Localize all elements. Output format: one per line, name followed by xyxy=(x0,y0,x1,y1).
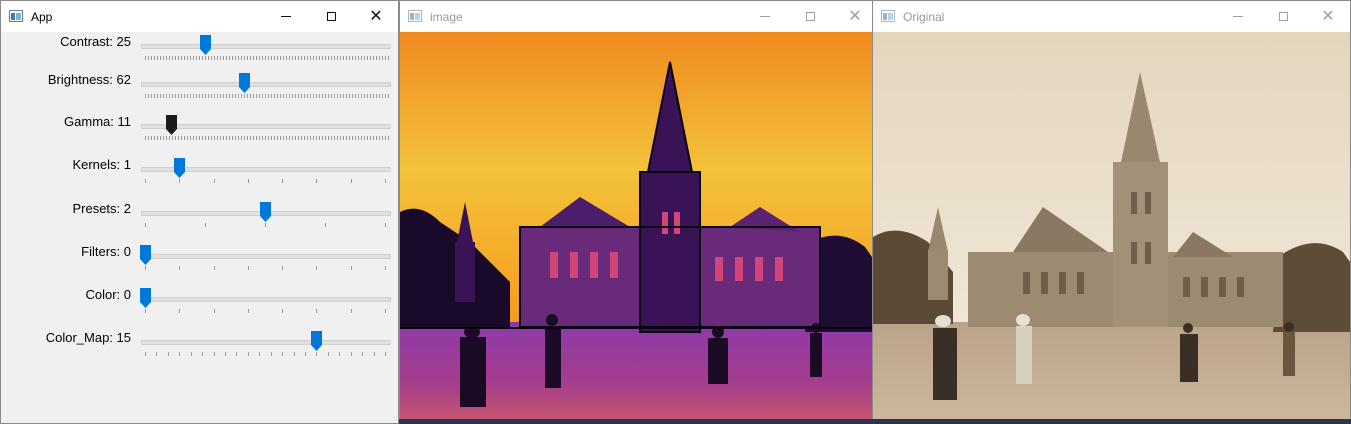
trackbar-label-gamma: Gamma: 11 xyxy=(64,114,131,129)
trackbar-track-color_map[interactable] xyxy=(141,340,391,345)
app-window-title: App xyxy=(31,10,53,24)
image-maximize-button[interactable] xyxy=(787,1,833,32)
original-close-button[interactable]: ✕ xyxy=(1305,1,1351,32)
app-titlebar[interactable]: App ✕ xyxy=(1,1,398,32)
original-image xyxy=(873,32,1350,423)
image-window: image ✕ xyxy=(399,0,873,424)
original-minimize-button[interactable] xyxy=(1215,1,1261,32)
trackbar-gamma[interactable]: Gamma: 11 xyxy=(1,112,399,152)
trackbar-color[interactable]: Color: 0 xyxy=(1,285,399,325)
trackbar-ticks-gamma xyxy=(145,136,389,140)
image-titlebar[interactable]: image ✕ xyxy=(400,1,872,32)
trackbar-label-contrast: Contrast: 25 xyxy=(60,34,131,49)
trackbar-thumb-filters[interactable] xyxy=(140,245,151,265)
maximize-icon xyxy=(1278,12,1288,21)
app-window: App ✕ Contrast: 25 Brightness: 62 Gamma: 1… xyxy=(0,0,399,424)
trackbar-track-contrast[interactable] xyxy=(141,44,391,49)
trackbar-thumb-contrast[interactable] xyxy=(200,35,211,55)
original-window-icon xyxy=(881,10,895,22)
trackbar-label-color_map: Color_Map: 15 xyxy=(45,330,131,345)
maximize-icon xyxy=(326,12,336,21)
maximize-button[interactable] xyxy=(308,1,354,32)
trackbar-ticks-color xyxy=(145,309,389,313)
close-icon: ✕ xyxy=(848,7,862,25)
image-window-title: image xyxy=(430,10,463,24)
trackbar-label-color: Color: 0 xyxy=(85,287,131,302)
minimize-button[interactable] xyxy=(263,1,309,32)
trackbar-filters[interactable]: Filters: 0 xyxy=(1,242,399,282)
trackbar-brightness[interactable]: Brightness: 62 xyxy=(1,70,399,110)
maximize-icon xyxy=(805,12,815,21)
original-maximize-button[interactable] xyxy=(1260,1,1306,32)
trackbar-ticks-brightness xyxy=(145,94,389,98)
trackbar-thumb-color_map[interactable] xyxy=(311,331,323,351)
original-window: Original ✕ xyxy=(872,0,1351,424)
close-icon: ✕ xyxy=(1321,7,1335,25)
trackbar-label-filters: Filters: 0 xyxy=(81,244,131,259)
original-titlebar[interactable]: Original ✕ xyxy=(873,1,1350,32)
trackbar-label-kernels: Kernels: 1 xyxy=(72,157,131,172)
close-button[interactable]: ✕ xyxy=(353,1,399,32)
trackbar-thumb-gamma[interactable] xyxy=(166,115,178,135)
minimize-icon xyxy=(281,16,291,17)
trackbar-track-gamma[interactable] xyxy=(141,124,391,129)
trackbar-track-brightness[interactable] xyxy=(141,82,391,87)
app-window-icon xyxy=(9,10,23,22)
trackbar-thumb-brightness[interactable] xyxy=(239,73,251,93)
minimize-icon xyxy=(760,16,770,17)
trackbar-ticks-presets xyxy=(145,223,389,227)
processed-image xyxy=(400,32,872,423)
trackbar-color_map[interactable]: Color_Map: 15 xyxy=(1,328,399,368)
trackbar-ticks-kernels xyxy=(145,179,389,183)
trackbar-presets[interactable]: Presets: 2 xyxy=(1,199,399,239)
trackbar-ticks-filters xyxy=(145,266,389,270)
trackbar-thumb-color[interactable] xyxy=(140,288,151,308)
trackbar-thumb-kernels[interactable] xyxy=(174,158,186,178)
trackbar-label-presets: Presets: 2 xyxy=(72,201,131,216)
trackbar-label-brightness: Brightness: 62 xyxy=(47,72,131,87)
trackbar-track-color[interactable] xyxy=(141,297,391,302)
trackbar-contrast[interactable]: Contrast: 25 xyxy=(1,32,399,72)
trackbar-track-filters[interactable] xyxy=(141,254,391,259)
trackbar-ticks-contrast xyxy=(145,56,389,60)
trackbar-thumb-presets[interactable] xyxy=(260,202,271,222)
trackbar-kernels[interactable]: Kernels: 1 xyxy=(1,155,399,195)
original-window-title: Original xyxy=(903,10,945,24)
image-window-icon xyxy=(408,10,422,22)
minimize-icon xyxy=(1233,16,1243,17)
close-icon: ✕ xyxy=(369,7,383,25)
trackbar-ticks-color_map xyxy=(145,352,389,356)
taskbar-strip xyxy=(399,419,1351,424)
image-minimize-button[interactable] xyxy=(742,1,788,32)
